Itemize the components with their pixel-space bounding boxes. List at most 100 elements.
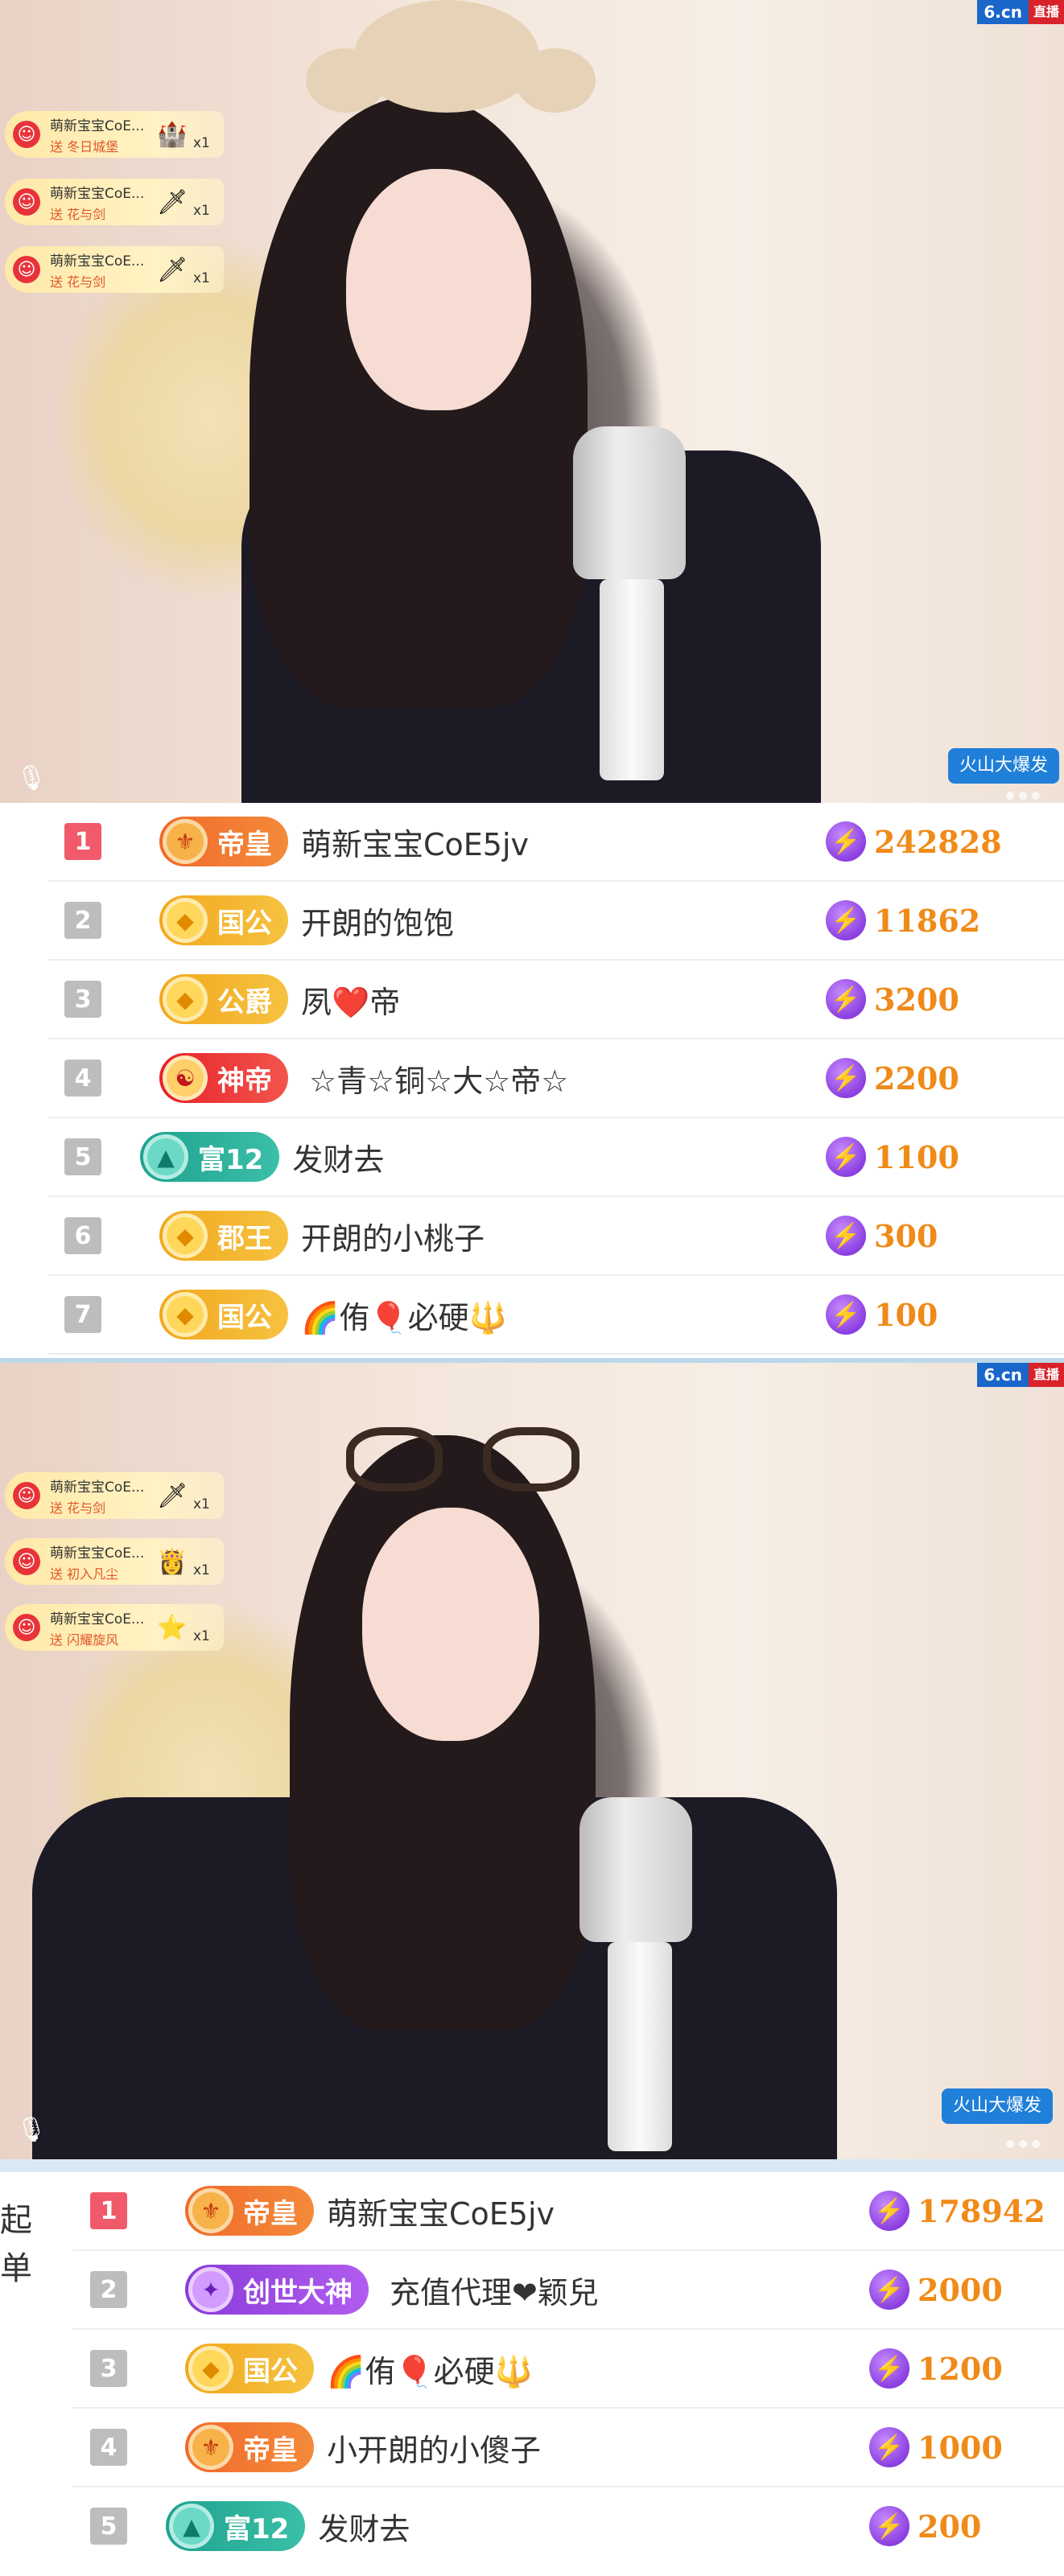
rank-number: 6 [64,1217,101,1254]
username: 夙❤️帝 [301,984,401,1020]
level-badge: ⚜ 帝皇 [185,2186,314,2236]
gift-count: x1 [193,203,210,219]
lightning-icon: ⚡ [826,821,866,862]
gift-count: x1 [193,270,210,286]
gift-description: 送 冬日城堡 [50,138,119,154]
score: ⚡ 3200 [826,979,959,1019]
username: 小开朗的小傻子 [327,2432,542,2468]
lightning-icon: ⚡ [826,979,866,1019]
leaderboard-row[interactable]: 2 ◆ 国公 开朗的饱饱 ⚡ 11862 [48,882,1064,961]
live-video-1[interactable]: 6.cn 直播 ☺ 萌新宝宝CoE... 送 冬日城堡 🏰 x1 ☺ 萌新宝宝Co… [0,0,1064,803]
username: 开朗的小桃子 [301,1220,485,1257]
gift-sender: 萌新宝宝CoE... [50,1545,145,1562]
leaderboard-1: 1 ⚜ 帝皇 萌新宝宝CoE5jv ⚡ 242828 2 ◆ 国公 开朗的饱饱 ⚡… [0,803,1064,1358]
lightning-icon: ⚡ [869,2348,909,2389]
shendi-emblem-icon: ☯ [163,1056,208,1101]
score: ⚡ 1200 [869,2348,1003,2389]
gift-sender: 萌新宝宝CoE... [50,253,145,270]
leaderboard-row[interactable]: 4 ⚜ 帝皇 小开朗的小傻子 ⚡ 1000 [72,2409,1064,2488]
event-tag[interactable]: 火山大爆发 [947,748,1059,784]
username: 萌新宝宝CoE5jv [327,2195,555,2232]
level-badge: ⚜ 帝皇 [185,2422,314,2472]
gift-description: 送 花与剑 [50,206,106,222]
rank-number: 4 [90,2429,127,2466]
sword-gift-icon: 🗡 [156,187,188,216]
microphone-icon[interactable]: 🎙 [16,764,47,792]
level-badge: ▲ 富12 [140,1132,280,1182]
gift-count: x1 [193,135,210,151]
level-badge: ▲ 富12 [166,2501,306,2551]
lightning-icon: ⚡ [826,1294,866,1335]
leaderboard-row[interactable]: 5 ▲ 富12 发财去 ⚡ 1100 [48,1118,1064,1197]
gold-emblem-icon: ◆ [163,977,208,1022]
level-badge: ◆ 郡王 [159,1211,288,1261]
rank-number: 1 [64,823,101,860]
chuangshi-emblem-icon: ✦ [188,2267,233,2312]
rank-number: 3 [64,981,101,1018]
gift-description: 送 花与剑 [50,1500,106,1516]
brand-logo: 6.cn 直播 [977,1363,1064,1387]
level-badge: ◆ 公爵 [159,974,288,1024]
username: 充值代理❤颖兒 [390,2274,599,2311]
wealth-emblem-icon: ▲ [143,1134,188,1179]
leaderboard-row[interactable]: 3 ◆ 公爵 夙❤️帝 ⚡ 3200 [48,961,1064,1039]
gift-description: 送 闪耀旋风 [50,1632,119,1648]
gift-count: x1 [193,1628,210,1644]
score: ⚡ 1100 [826,1137,959,1177]
score: ⚡ 1000 [869,2427,1003,2467]
gold-emblem-icon: ◆ [163,898,208,943]
leaderboard-row[interactable]: 7 ◆ 国公 🌈侑🎈必硬🔱 ⚡ 100 [48,1276,1064,1355]
score: ⚡ 242828 [826,821,1002,862]
score: ⚡ 300 [826,1216,938,1256]
gift-notification: ☺ 萌新宝宝CoE... 送 花与剑 🗡 x1 [5,1472,224,1519]
level-badge: ⚜ 帝皇 [159,817,288,866]
rank-number: 5 [64,1138,101,1175]
rank-number: 5 [90,2508,127,2545]
gift-count: x1 [193,1562,210,1578]
score: ⚡ 11862 [826,900,980,940]
event-tag[interactable]: 火山大爆发 [941,2088,1053,2124]
lightning-icon: ⚡ [826,1058,866,1098]
lightning-icon: ⚡ [869,2191,909,2231]
leaderboard-row[interactable]: 1 ⚜ 帝皇 萌新宝宝CoE5jv ⚡ 178942 [72,2172,1064,2251]
leaderboard-row[interactable]: 5 ▲ 富12 发财去 ⚡ 200 [72,2488,1064,2565]
gift-sender: 萌新宝宝CoE... [50,117,145,134]
lightning-icon: ⚡ [826,1137,866,1177]
gift-count: x1 [193,1496,210,1512]
username: 🌈侑🎈必硬🔱 [301,1299,507,1335]
level-badge: ◆ 国公 [159,1290,288,1339]
rank-number: 2 [90,2271,127,2308]
carousel-dots[interactable] [1006,792,1040,800]
user-avatar-icon: ☺ [13,1482,40,1509]
emperor-emblem-icon: ⚜ [188,2425,233,2470]
wealth-emblem-icon: ▲ [169,2504,214,2549]
lightning-icon: ⚡ [826,900,866,940]
username: 发财去 [292,1142,385,1178]
level-badge: ✦ 创世大神 [185,2265,369,2315]
sword-gift-icon: 🗡 [156,255,188,284]
gift-notification: ☺ 萌新宝宝CoE... 送 冬日城堡 🏰 x1 [5,111,224,158]
leaderboard-2: 起单 1 ⚜ 帝皇 萌新宝宝CoE5jv ⚡ 178942 2 ✦ 创世大神 充值… [0,2172,1064,2576]
fairy-gift-icon: 👸 [157,1547,188,1576]
level-badge: ☯ 神帝 [159,1053,288,1103]
user-avatar-icon: ☺ [13,256,40,283]
leaderboard-row[interactable]: 2 ✦ 创世大神 充值代理❤颖兒 ⚡ 2000 [72,2251,1064,2330]
leaderboard-row[interactable]: 3 ◆ 国公 🌈侑🎈必硬🔱 ⚡ 1200 [72,2330,1064,2409]
gift-notification: ☺ 萌新宝宝CoE... 送 花与剑 🗡 x1 [5,246,224,293]
rank-number: 3 [90,2350,127,2387]
carousel-dots[interactable] [1006,2140,1040,2148]
gift-sender: 萌新宝宝CoE... [50,1611,145,1627]
leaderboard-row[interactable]: 1 ⚜ 帝皇 萌新宝宝CoE5jv ⚡ 242828 [48,803,1064,882]
leaderboard-row[interactable]: 6 ◆ 郡王 开朗的小桃子 ⚡ 300 [48,1197,1064,1276]
panel-divider [0,2159,1064,2172]
gift-description: 送 花与剑 [50,274,106,290]
live-video-2[interactable]: 6.cn 直播 ☺ 萌新宝宝CoE... 送 花与剑 🗡 x1 ☺ 萌新宝宝CoE… [0,1363,1064,2159]
username: 发财去 [318,2511,410,2547]
microphone-icon[interactable]: 🎙 [16,2116,47,2144]
score: ⚡ 178942 [869,2191,1045,2231]
leaderboard-row[interactable]: 4 ☯ 神帝 ☆青☆铜☆大☆帝☆ ⚡ 2200 [48,1039,1064,1118]
username: 开朗的饱饱 [301,905,455,941]
gift-notification: ☺ 萌新宝宝CoE... 送 初入凡尘 👸 x1 [5,1538,224,1585]
gift-description: 送 初入凡尘 [50,1566,119,1582]
gift-sender: 萌新宝宝CoE... [50,1479,145,1496]
